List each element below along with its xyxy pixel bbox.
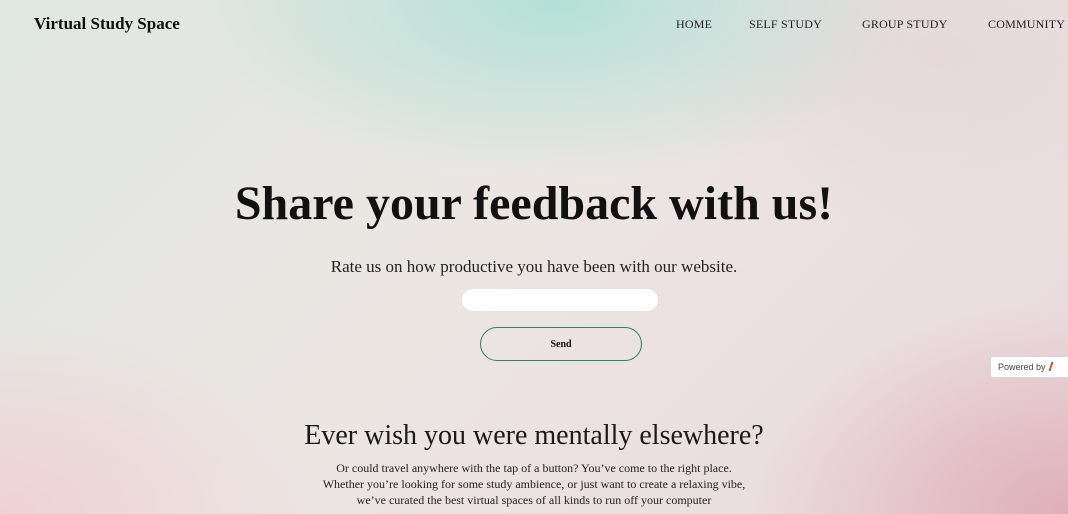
powered-by-label: Powered by <box>998 362 1046 372</box>
navbar: Virtual Study Space HOME SELF STUDY GROU… <box>0 0 1068 44</box>
feedback-input[interactable] <box>462 289 658 311</box>
intro-title: Ever wish you were mentally elsewhere? <box>304 420 764 451</box>
powered-by-badge[interactable]: Powered by <box>990 356 1068 378</box>
intro-line: we’ve curated the best virtual spaces of… <box>356 493 712 507</box>
nav-link-community[interactable]: COMMUNITY <box>988 17 1065 32</box>
nav-link-group-study[interactable]: GROUP STUDY <box>862 17 947 32</box>
brand-mark-icon <box>1048 362 1053 371</box>
send-button[interactable]: Send <box>480 327 642 361</box>
nav-links: HOME SELF STUDY GROUP STUDY COMMUNITY <box>0 17 1068 33</box>
intro-body: Or could travel anywhere with the tap of… <box>0 460 1068 508</box>
intro-line: Or could travel anywhere with the tap of… <box>336 461 732 475</box>
intro-line: Whether you’re looking for some study am… <box>322 477 746 491</box>
feedback-headline: Share your feedback with us! <box>234 177 834 230</box>
nav-link-home[interactable]: HOME <box>676 17 712 32</box>
feedback-subtext: Rate us on how productive you have been … <box>330 257 738 276</box>
nav-link-self-study[interactable]: SELF STUDY <box>749 17 822 32</box>
